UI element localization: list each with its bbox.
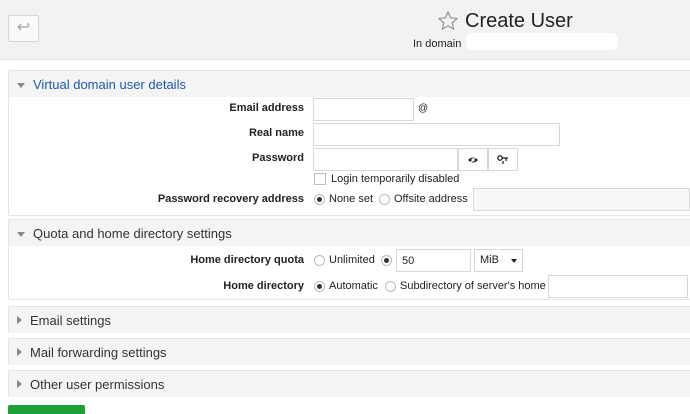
quota-unit-select[interactable]: MiB	[474, 249, 523, 272]
homedir-sub-label: Subdirectory of server's home	[400, 280, 546, 292]
domain-subtitle: In domain	[413, 38, 462, 50]
login-disabled-checkbox[interactable]	[314, 173, 326, 185]
section-header-other-permissions[interactable]: Other user permissions	[9, 371, 690, 397]
star-icon[interactable]	[437, 10, 459, 32]
homedir-label: Home directory	[223, 280, 304, 292]
collapse-arrow-icon	[17, 231, 25, 237]
top-bar: ↩ Create User In domain	[0, 0, 690, 60]
recovery-offsite-label: Offsite address	[394, 193, 468, 205]
email-label: Email address	[229, 102, 304, 114]
section-email-settings: Email settings	[8, 306, 690, 333]
expand-arrow-icon	[17, 380, 22, 388]
login-disabled-label: Login temporarily disabled	[331, 173, 460, 185]
homedir-auto-label: Automatic	[329, 280, 378, 292]
recovery-offsite-radio[interactable]	[379, 194, 390, 205]
password-field[interactable]	[313, 148, 458, 171]
realname-label: Real name	[248, 127, 304, 139]
back-button[interactable]: ↩	[8, 15, 39, 42]
back-arrow-icon: ↩	[16, 19, 31, 36]
section-header-virtual-user[interactable]: Virtual domain user details	[9, 71, 690, 97]
section-other-permissions: Other user permissions	[8, 370, 690, 397]
quota-value-field[interactable]	[396, 249, 471, 272]
homedir-auto-radio[interactable]	[314, 281, 325, 292]
page-title: Create User	[465, 9, 573, 32]
redacted-domain	[466, 33, 618, 50]
at-sign: @	[418, 103, 429, 114]
section-title: Quota and home directory settings	[33, 225, 232, 241]
email-field[interactable]	[313, 98, 414, 121]
generate-password-button[interactable]	[488, 148, 518, 171]
create-button[interactable]	[8, 405, 85, 414]
quota-custom-radio[interactable]	[381, 255, 392, 266]
homedir-subdir-field[interactable]	[548, 275, 688, 298]
quota-label: Home directory quota	[190, 254, 304, 266]
homedir-sub-radio[interactable]	[385, 281, 396, 292]
eye-icon	[468, 155, 478, 164]
title-area: Create User	[437, 8, 573, 34]
recovery-none-label: None set	[329, 193, 374, 205]
section-title: Other user permissions	[30, 376, 165, 392]
section-header-email-settings[interactable]: Email settings	[9, 307, 690, 333]
recovery-none-radio[interactable]	[314, 194, 325, 205]
section-header-mail-forwarding[interactable]: Mail forwarding settings	[9, 339, 690, 365]
quota-unlimited-radio[interactable]	[314, 255, 325, 266]
recovery-address-field[interactable]	[473, 188, 690, 211]
quota-unlimited-label: Unlimited	[329, 254, 375, 266]
collapse-arrow-icon	[17, 82, 25, 88]
expand-arrow-icon	[17, 348, 22, 356]
password-label: Password	[252, 152, 304, 164]
recovery-label: Password recovery address	[157, 193, 304, 205]
section-title: Email settings	[30, 312, 111, 328]
section-title: Mail forwarding settings	[30, 344, 167, 360]
chevron-down-icon	[511, 259, 517, 263]
section-title: Virtual domain user details	[33, 76, 186, 92]
show-password-button[interactable]	[458, 148, 488, 171]
section-header-quota[interactable]: Quota and home directory settings	[9, 220, 690, 246]
section-mail-forwarding: Mail forwarding settings	[8, 338, 690, 365]
key-icon	[497, 154, 508, 164]
realname-field[interactable]	[313, 123, 560, 146]
expand-arrow-icon	[17, 316, 22, 324]
quota-unit-value: MiB	[480, 254, 499, 266]
